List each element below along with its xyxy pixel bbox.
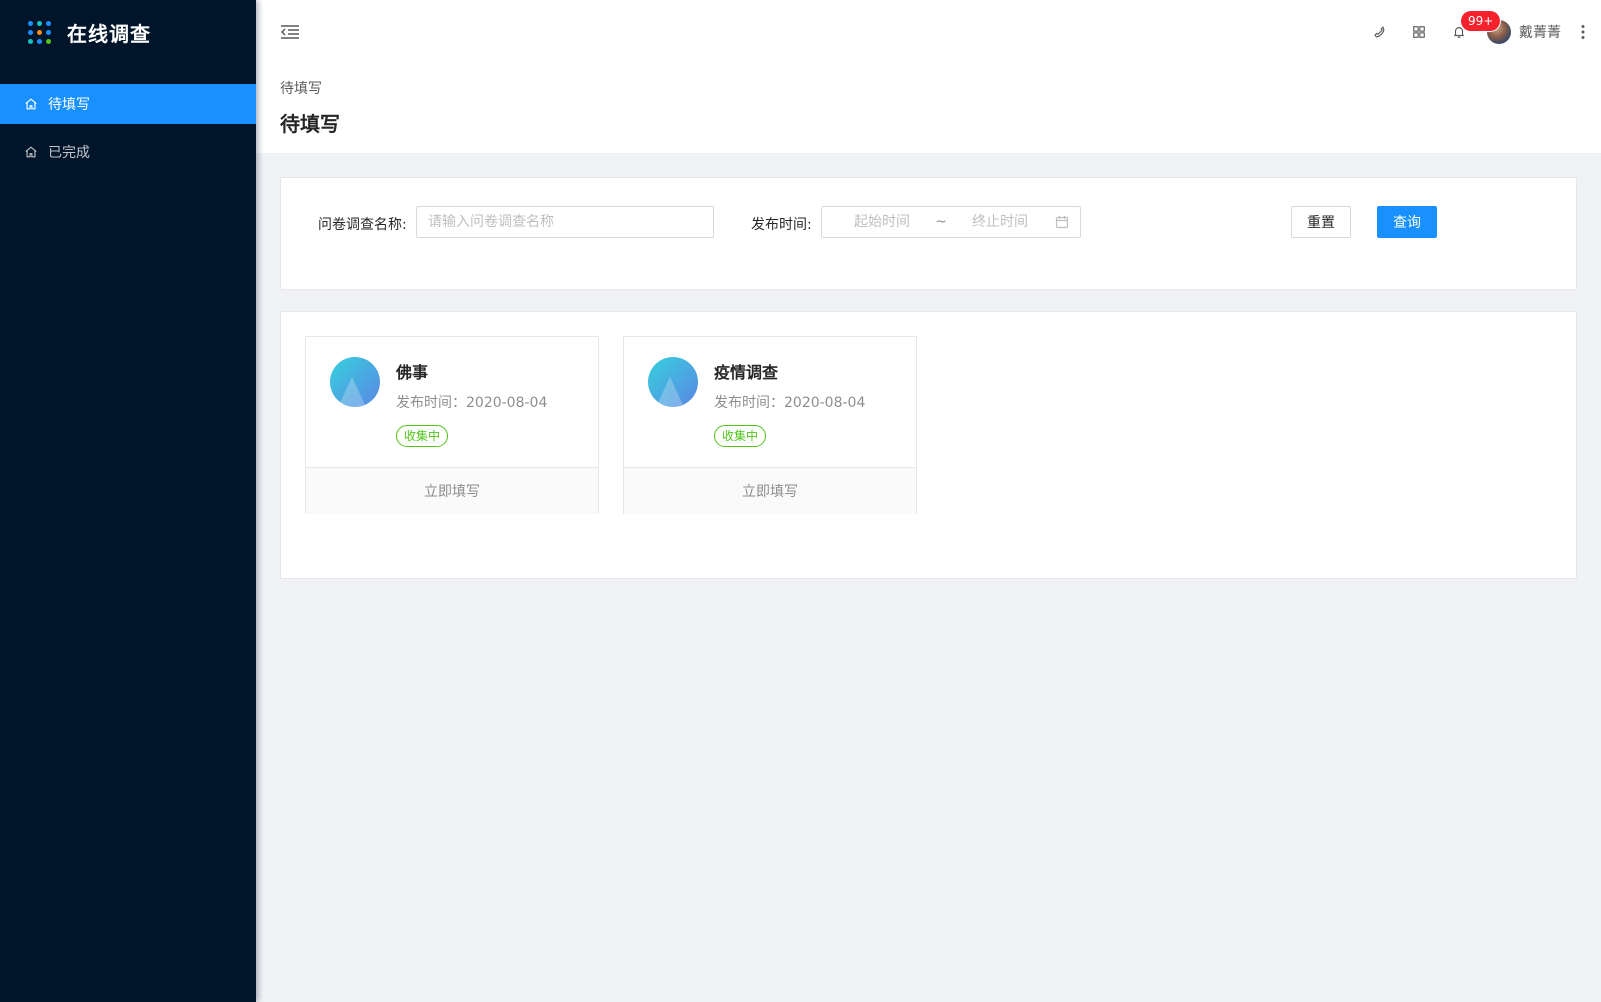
- survey-card-body: 疫情调查 发布时间：2020-08-04 收集中: [624, 337, 916, 467]
- user-name: 戴菁菁: [1519, 25, 1561, 41]
- calendar-icon: [1055, 215, 1069, 229]
- survey-name-label: 问卷调查名称:: [318, 217, 407, 233]
- home-icon: [24, 145, 38, 159]
- sidebar-menu: 待填写 已完成: [0, 84, 256, 172]
- fill-now-button[interactable]: 立即填写: [306, 467, 598, 514]
- logo[interactable]: 在线调查: [0, 0, 256, 64]
- sidebar-item-completed[interactable]: 已完成: [0, 132, 256, 172]
- header-actions: 99+ 戴菁菁: [1359, 0, 1601, 64]
- sidebar-item-label: 已完成: [48, 145, 90, 161]
- app-grid-logo-icon: [28, 20, 51, 44]
- end-time-input[interactable]: 终止时间: [951, 207, 1049, 237]
- home-icon: [24, 97, 38, 111]
- app-title: 在线调查: [67, 21, 151, 46]
- survey-name-placeholder: 请输入问卷调查名称: [428, 214, 554, 230]
- breadcrumb[interactable]: 待填写: [280, 78, 1577, 98]
- survey-card: 佛事 发布时间：2020-08-04 收集中 立即填写: [305, 336, 599, 514]
- query-button[interactable]: 查询: [1377, 206, 1437, 238]
- top-header: 99+ 戴菁菁: [256, 0, 1601, 64]
- survey-list: 佛事 发布时间：2020-08-04 收集中 立即填写 疫情调查 发布时间：20…: [280, 311, 1577, 579]
- survey-card: 疫情调查 发布时间：2020-08-04 收集中 立即填写: [623, 336, 917, 514]
- status-badge: 收集中: [396, 425, 449, 447]
- survey-avatar: [648, 357, 698, 407]
- survey-title: 佛事: [396, 363, 429, 382]
- survey-title: 疫情调查: [714, 363, 779, 382]
- status-badge: 收集中: [714, 425, 767, 447]
- survey-card-body: 佛事 发布时间：2020-08-04 收集中: [306, 337, 598, 467]
- survey-publish-time: 发布时间：2020-08-04: [396, 395, 548, 411]
- sidebar-item-label: 待填写: [48, 97, 90, 113]
- phone-icon[interactable]: [1359, 0, 1399, 64]
- page-title: 待填写: [280, 112, 340, 136]
- survey-publish-time: 发布时间：2020-08-04: [714, 395, 866, 411]
- survey-avatar: [330, 357, 380, 407]
- start-time-input[interactable]: 起始时间: [833, 207, 931, 237]
- page-header: 待填写 待填写: [256, 64, 1601, 153]
- appstore-icon[interactable]: [1399, 0, 1439, 64]
- menu-fold-icon[interactable]: [280, 22, 300, 42]
- sidebar-item-pending[interactable]: 待填写: [0, 84, 256, 124]
- bell-icon[interactable]: 99+: [1439, 0, 1501, 64]
- notification-badge: 99+: [1461, 11, 1501, 31]
- reset-button[interactable]: 重置: [1291, 206, 1351, 238]
- publish-time-label: 发布时间:: [751, 217, 812, 233]
- range-separator: ~: [935, 214, 947, 230]
- publish-time-range-picker[interactable]: 起始时间 ~ 终止时间: [821, 206, 1081, 238]
- sidebar: 在线调查 待填写 已完成: [0, 0, 256, 1002]
- fill-now-button[interactable]: 立即填写: [624, 467, 916, 514]
- search-form: 问卷调查名称: 请输入问卷调查名称 发布时间: 起始时间 ~ 终止时间 重置 查…: [280, 177, 1577, 290]
- survey-name-input[interactable]: 请输入问卷调查名称: [416, 206, 714, 238]
- more-vertical-icon[interactable]: [1573, 0, 1593, 64]
